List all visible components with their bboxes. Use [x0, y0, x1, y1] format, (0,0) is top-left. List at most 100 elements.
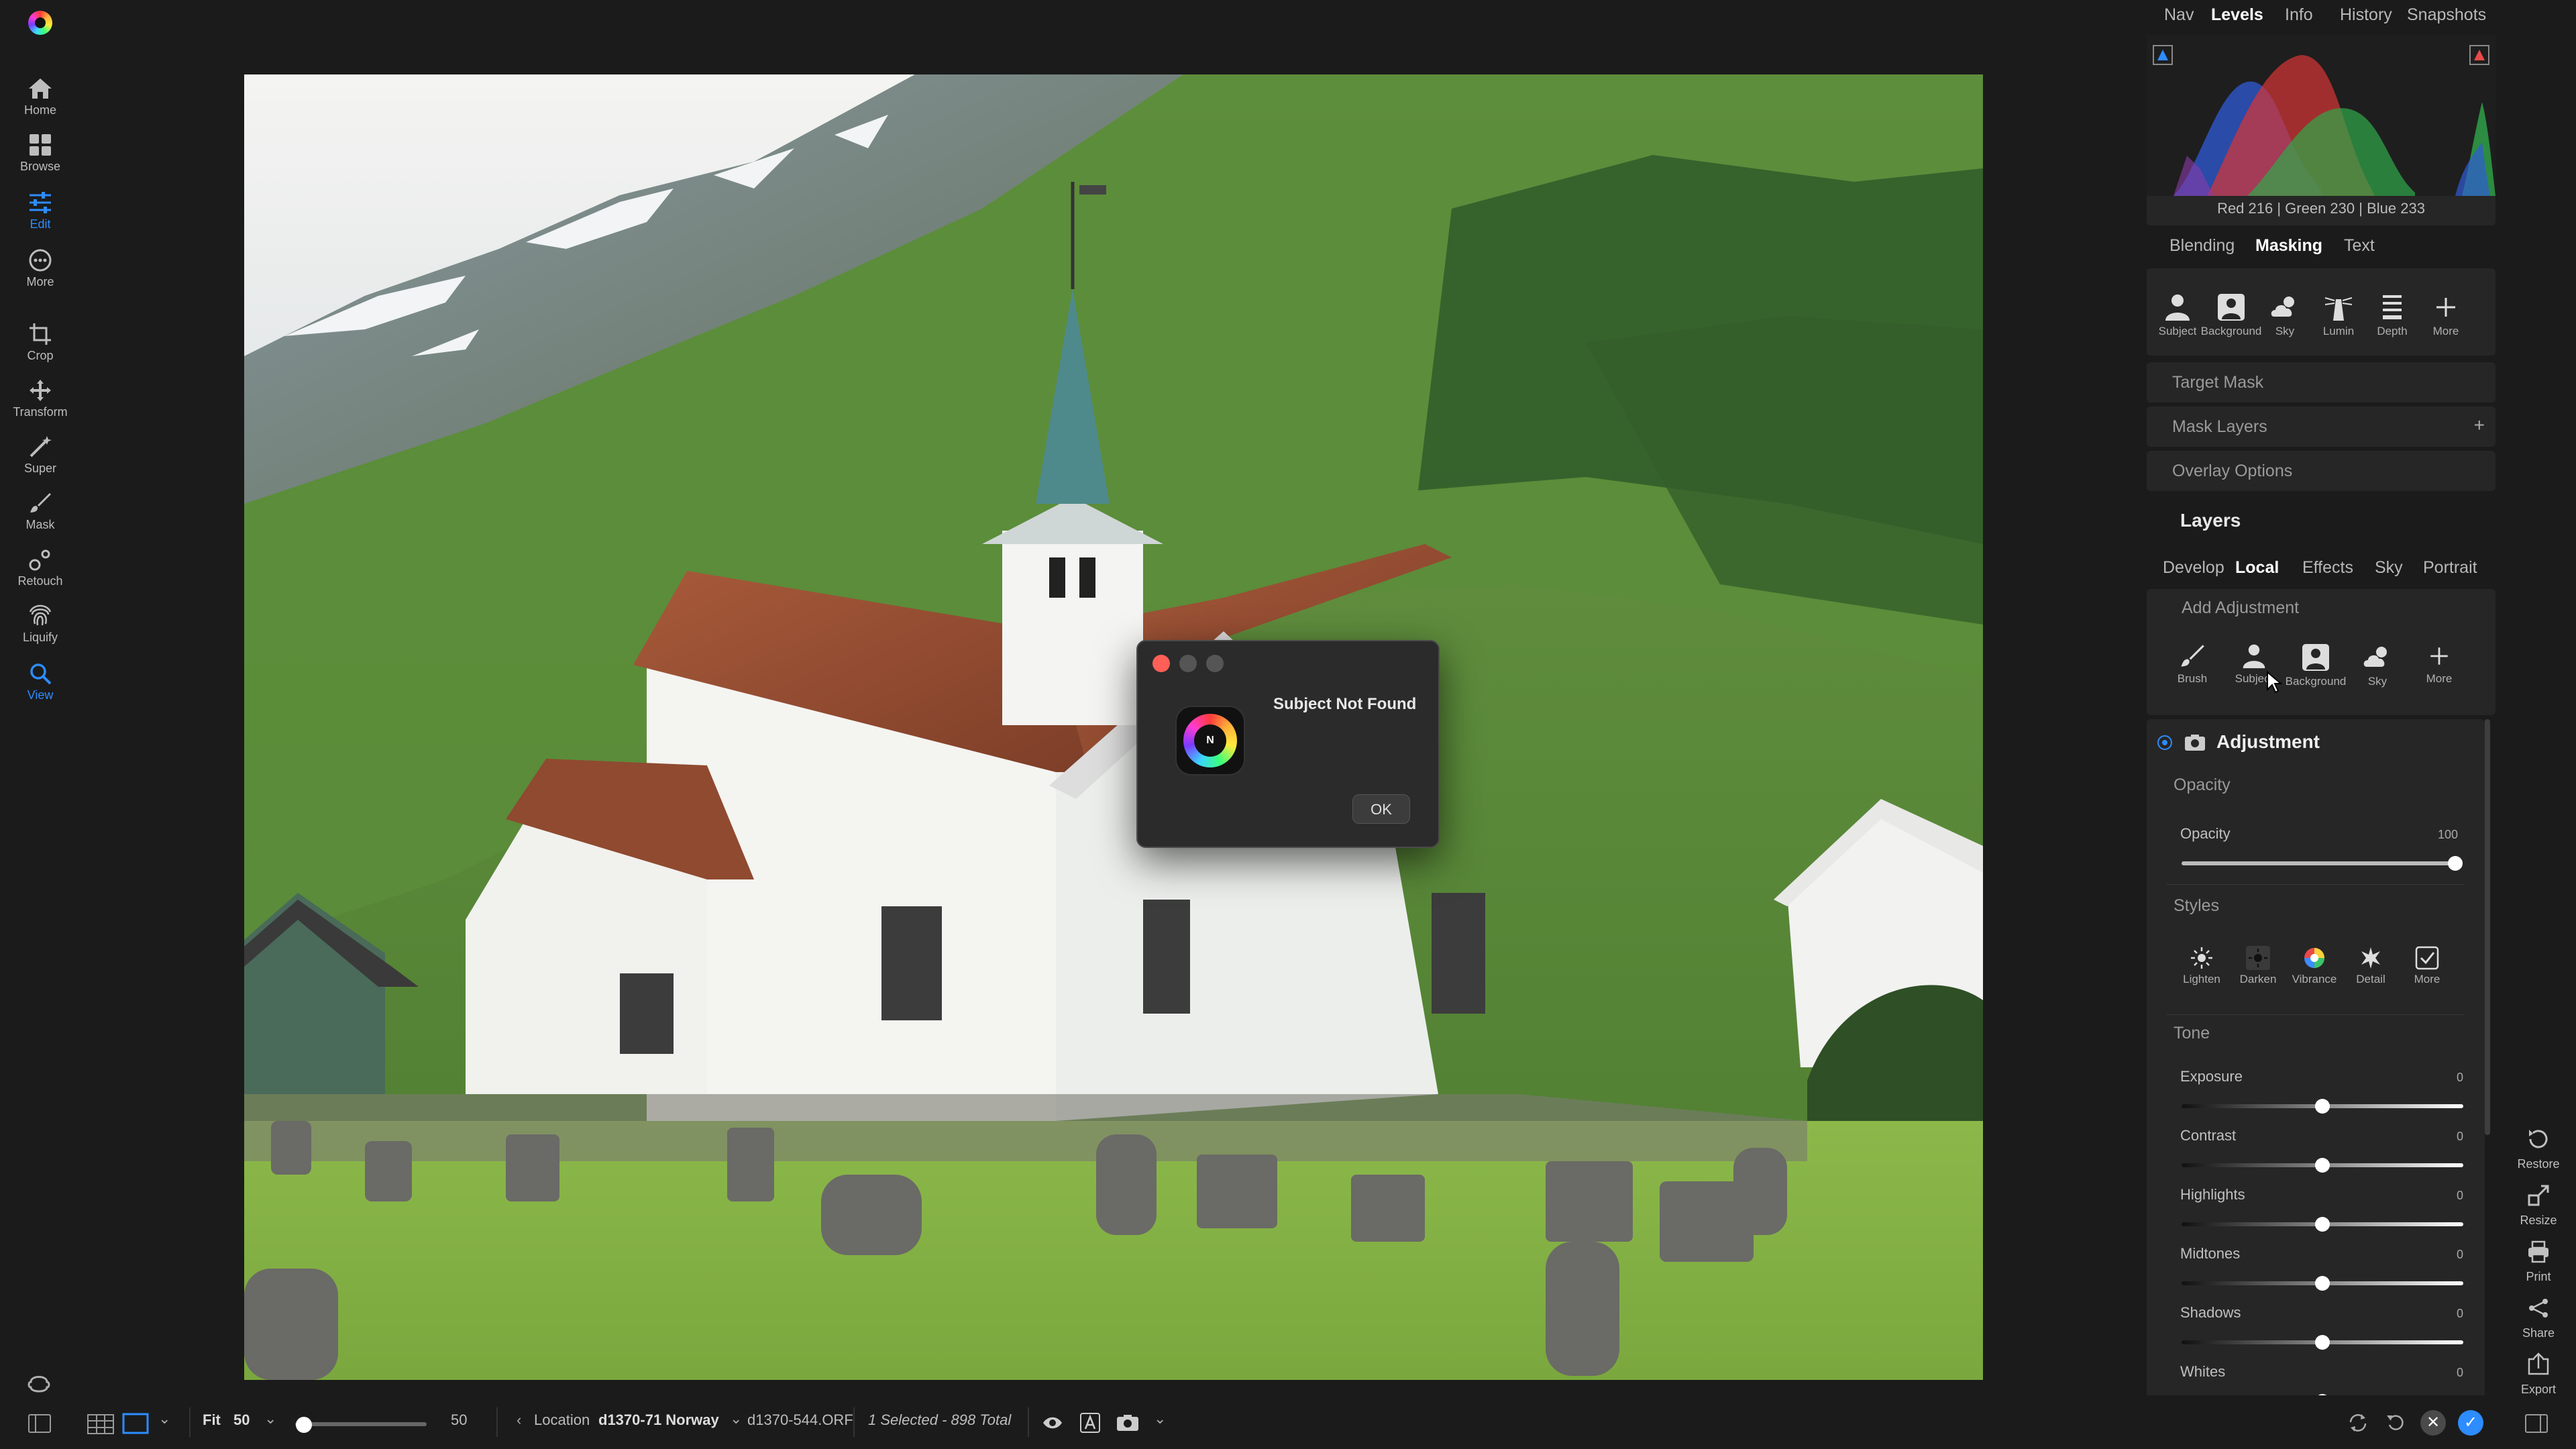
share-icon — [2529, 1299, 2548, 1318]
adjustment-layer-panel: Adjustment Opacity Opacity 100 Styles Li… — [2147, 719, 2485, 1415]
tab-text[interactable]: Text — [2344, 236, 2375, 256]
print-button[interactable]: Print — [2501, 1240, 2576, 1284]
view-mode-chevron-down-icon[interactable]: ⌄ — [158, 1410, 170, 1428]
mask-tool-more[interactable]: More — [2415, 292, 2477, 338]
layer-visibility-radio[interactable] — [2157, 735, 2172, 750]
photo-canvas[interactable] — [244, 74, 1983, 1380]
extensions-icon[interactable] — [25, 1368, 55, 1398]
tool-view[interactable]: View — [0, 661, 80, 702]
dialog-zoom-button[interactable] — [1206, 655, 1224, 672]
tab-masking[interactable]: Masking — [2255, 236, 2322, 256]
tone-slider-thumb[interactable] — [2315, 1158, 2330, 1173]
add-mask-layer-plus-icon[interactable]: + — [2474, 415, 2485, 436]
folder-chevron-down-icon[interactable]: ⌄ — [730, 1410, 742, 1428]
tab-snapshots[interactable]: Snapshots — [2407, 5, 2486, 25]
crop-icon — [30, 323, 51, 345]
camera-icon[interactable] — [1116, 1414, 1139, 1432]
style-darken[interactable]: Darken — [2230, 946, 2286, 986]
style-more[interactable]: More — [2399, 946, 2455, 986]
eye-icon[interactable] — [1042, 1415, 1063, 1430]
export-button[interactable]: Export — [2501, 1352, 2576, 1397]
mask-tool-sky[interactable]: Sky — [2254, 292, 2316, 338]
mask-tool-depth[interactable]: Depth — [2361, 292, 2423, 338]
person-square-icon — [2302, 644, 2329, 671]
adjust-tool-more[interactable]: More — [2408, 643, 2470, 686]
opacity-slider-thumb[interactable] — [2448, 856, 2463, 871]
tab-develop[interactable]: Develop — [2163, 558, 2224, 578]
undo-icon[interactable] — [2385, 1413, 2406, 1433]
sync-icon[interactable] — [2348, 1413, 2368, 1433]
tool-edit[interactable]: Edit — [0, 191, 80, 231]
tab-sky[interactable]: Sky — [2375, 558, 2403, 578]
restore-button[interactable]: Restore — [2501, 1127, 2576, 1171]
histogram-readout: Red 216 | Green 230 | Blue 233 — [2217, 200, 2425, 217]
adjust-tool-sky[interactable]: Sky — [2347, 643, 2408, 688]
tab-levels[interactable]: Levels — [2211, 5, 2263, 25]
brush-icon — [30, 493, 51, 513]
tone-slider-thumb[interactable] — [2315, 1217, 2330, 1232]
overlay-chevron-down-icon[interactable]: ⌄ — [1154, 1410, 1166, 1428]
apply-edit-check-icon[interactable]: ✓ — [2458, 1410, 2483, 1436]
grid-view-icon[interactable] — [87, 1414, 114, 1434]
sidebar-toggle-icon[interactable] — [28, 1414, 51, 1433]
folder-name[interactable]: d1370-71 Norway — [598, 1411, 719, 1429]
zoom-slider-track[interactable] — [295, 1422, 427, 1426]
mask-tool-subject[interactable]: Subject — [2147, 292, 2208, 338]
dialog-ok-button[interactable]: OK — [1352, 794, 1410, 824]
resize-button[interactable]: Resize — [2501, 1183, 2576, 1228]
zoom-value[interactable]: 50 — [233, 1411, 250, 1429]
mask-tool-background[interactable]: Background — [2200, 292, 2262, 338]
adjust-tool-background[interactable]: Background — [2285, 643, 2347, 688]
tool-retouch[interactable]: Retouch — [0, 547, 80, 588]
mask-tools: Subject Background Sky Lumin Depth More — [2147, 268, 2496, 356]
fit-label[interactable]: Fit — [203, 1411, 221, 1429]
cancel-edit-close-icon[interactable]: ✕ — [2420, 1410, 2446, 1436]
tool-super[interactable]: Super — [0, 435, 80, 476]
tool-home[interactable]: Home — [0, 76, 80, 117]
person-square-icon — [2218, 294, 2245, 321]
tool-liquify[interactable]: Liquify — [0, 604, 80, 645]
tool-transform[interactable]: Transform — [0, 378, 80, 419]
tab-history[interactable]: History — [2340, 5, 2392, 25]
dialog-minimize-button[interactable] — [1179, 655, 1197, 672]
style-vibrance[interactable]: Vibrance — [2286, 946, 2343, 986]
zoom-chevron-down-icon[interactable]: ⌄ — [264, 1410, 276, 1428]
style-detail[interactable]: Detail — [2343, 946, 2399, 986]
printer-icon — [2528, 1240, 2548, 1263]
zoom-slider-thumb[interactable] — [296, 1417, 312, 1433]
tool-crop[interactable]: Crop — [0, 322, 80, 363]
tone-slider-label: Shadows — [2180, 1304, 2241, 1321]
opacity-slider-track[interactable] — [2182, 861, 2455, 865]
file-name: d1370-544.ORF — [747, 1411, 853, 1428]
bottom-bar: ⌄ Fit 50 ⌄ 50 ‹ Location d1370-71 Norway… — [0, 1395, 2576, 1449]
tab-info[interactable]: Info — [2285, 5, 2313, 25]
tool-mask[interactable]: Mask — [0, 491, 80, 532]
share-button[interactable]: Share — [2501, 1296, 2576, 1340]
tone-slider-thumb[interactable] — [2315, 1276, 2330, 1291]
target-mask-section[interactable]: Target Mask — [2147, 362, 2496, 402]
mask-tool-lumin[interactable]: Lumin — [2308, 292, 2369, 338]
single-view-icon[interactable] — [122, 1413, 149, 1434]
tool-browse[interactable]: Browse — [0, 133, 80, 174]
dialog-close-button[interactable] — [1152, 655, 1170, 672]
app-logo-icon[interactable] — [28, 11, 52, 35]
adjust-tool-brush[interactable]: Brush — [2161, 643, 2223, 686]
tab-blending[interactable]: Blending — [2169, 236, 2235, 256]
plus-icon — [2430, 647, 2448, 665]
location-label: Location — [534, 1411, 590, 1428]
tone-slider-thumb[interactable] — [2315, 1099, 2330, 1114]
mask-layers-section[interactable]: Mask Layers + — [2147, 407, 2496, 447]
right-panel-scrollbar[interactable] — [2485, 719, 2490, 1135]
text-overlay-icon[interactable] — [1080, 1413, 1100, 1433]
dialog-title: Subject Not Found — [1273, 695, 1417, 713]
tab-effects[interactable]: Effects — [2302, 558, 2353, 578]
overlay-options-section[interactable]: Overlay Options — [2147, 451, 2496, 491]
right-panel-toggle-icon[interactable] — [2525, 1414, 2548, 1433]
location-chevron-left-icon[interactable]: ‹ — [517, 1411, 521, 1429]
tab-local[interactable]: Local — [2235, 558, 2279, 578]
tone-slider-thumb[interactable] — [2315, 1335, 2330, 1350]
tab-nav[interactable]: Nav — [2164, 5, 2194, 25]
style-lighten[interactable]: Lighten — [2174, 946, 2230, 986]
tool-more[interactable]: More — [0, 248, 80, 289]
tab-portrait[interactable]: Portrait — [2423, 558, 2477, 578]
